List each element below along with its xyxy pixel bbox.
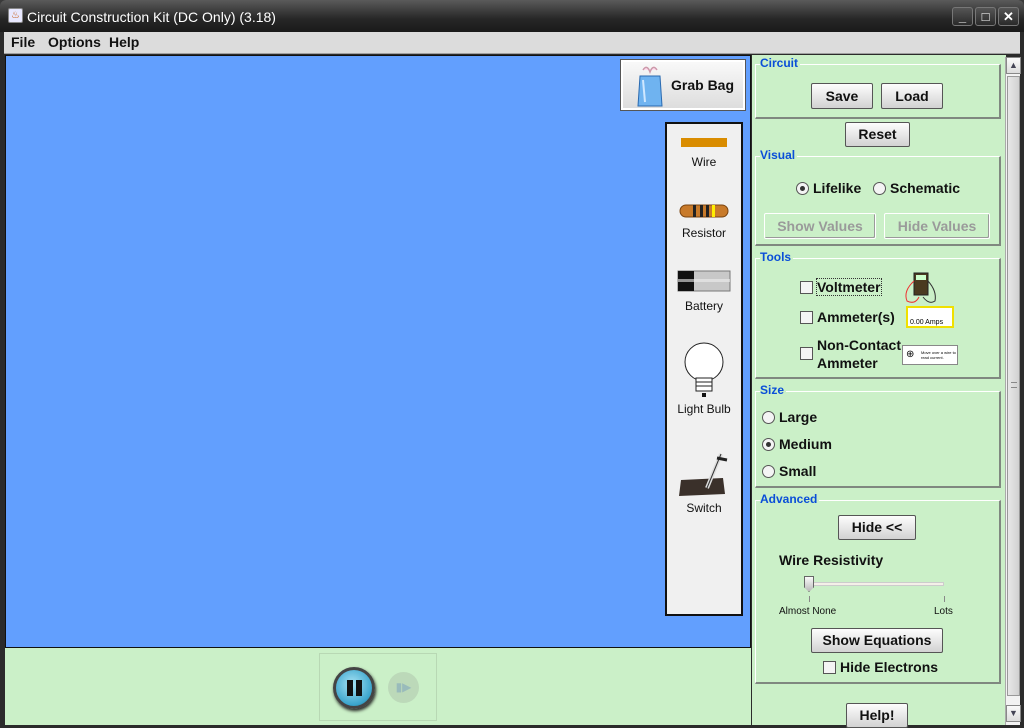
circuit-group-title: Circuit bbox=[760, 56, 801, 70]
minimize-button[interactable]: _ bbox=[952, 7, 973, 26]
light-bulb-label: Light Bulb bbox=[677, 402, 731, 416]
app-window: ♨ Circuit Construction Kit (DC Only) (3.… bbox=[0, 0, 1024, 728]
hide-electrons-checkbox[interactable] bbox=[823, 661, 836, 674]
help-button[interactable]: Help! bbox=[846, 703, 908, 728]
size-small-label[interactable]: Small bbox=[779, 463, 816, 479]
hide-values-button: Hide Values bbox=[884, 213, 990, 239]
scroll-thumb[interactable] bbox=[1007, 76, 1020, 696]
wire-resistivity-label: Wire Resistivity bbox=[779, 552, 884, 568]
show-equations-button[interactable]: Show Equations bbox=[811, 628, 943, 653]
voltmeter-checkbox[interactable] bbox=[800, 281, 813, 294]
tools-group-title: Tools bbox=[760, 250, 794, 264]
visual-group-title: Visual bbox=[760, 148, 798, 162]
title-bar: ♨ Circuit Construction Kit (DC Only) (3.… bbox=[0, 0, 1024, 32]
wire-icon bbox=[681, 138, 727, 147]
menu-file[interactable]: File bbox=[11, 34, 35, 50]
ammeter-icon: 0.00 Amps bbox=[906, 306, 954, 328]
window-title: Circuit Construction Kit (DC Only) (3.18… bbox=[27, 9, 276, 25]
wire-resistivity-track[interactable] bbox=[808, 582, 944, 586]
grab-bag-icon bbox=[637, 66, 663, 107]
step-button: ▮▶ bbox=[388, 672, 419, 703]
toolbox-resistor[interactable]: Resistor bbox=[667, 202, 741, 240]
advanced-group: Advanced Hide << Wire Resistivity Almost… bbox=[755, 492, 1001, 684]
wire-label: Wire bbox=[691, 155, 717, 169]
switch-icon bbox=[679, 453, 728, 496]
menu-options[interactable]: Options bbox=[48, 34, 101, 50]
scroll-down-button[interactable]: ▼ bbox=[1006, 705, 1021, 722]
noncontact-ammeter-icon: ⊕ Move over a wire to read current. bbox=[902, 345, 958, 365]
hide-advanced-button[interactable]: Hide << bbox=[838, 515, 916, 540]
tools-group: Tools Voltmeter Ammeter(s) 0.00 Amps Non… bbox=[755, 250, 1001, 379]
battery-icon bbox=[677, 270, 731, 292]
resistor-icon bbox=[679, 204, 729, 218]
advanced-group-title: Advanced bbox=[760, 492, 820, 506]
voltmeter-label[interactable]: Voltmeter bbox=[816, 278, 882, 296]
size-large-radio[interactable] bbox=[762, 411, 775, 424]
grab-bag-button[interactable]: Grab Bag bbox=[620, 59, 746, 111]
resistivity-max-label: Lots bbox=[934, 606, 953, 617]
pause-button[interactable] bbox=[333, 667, 375, 709]
light-bulb-icon bbox=[684, 342, 724, 397]
noncontact-hint: Move over a wire to read current. bbox=[921, 350, 956, 360]
size-medium-radio[interactable] bbox=[762, 438, 775, 451]
component-toolbox: Wire Resistor Battery Light Bulb Switch bbox=[665, 122, 743, 616]
wire-resistivity-slider[interactable] bbox=[804, 576, 814, 592]
size-large-label[interactable]: Large bbox=[779, 409, 817, 425]
voltmeter-icon bbox=[905, 272, 936, 303]
toolbox-switch[interactable]: Switch bbox=[667, 448, 741, 515]
ammeter-label[interactable]: Ammeter(s) bbox=[817, 309, 895, 325]
resistor-label: Resistor bbox=[681, 226, 726, 240]
scroll-up-button[interactable]: ▲ bbox=[1006, 57, 1021, 74]
lifelike-radio[interactable] bbox=[796, 182, 809, 195]
size-medium-label[interactable]: Medium bbox=[779, 436, 832, 452]
control-panel: Circuit Save Load Reset Visual Lifelike … bbox=[752, 55, 1006, 728]
toolbox-light-bulb[interactable]: Light Bulb bbox=[667, 340, 741, 416]
resistivity-min-label: Almost None bbox=[779, 606, 837, 617]
schematic-radio[interactable] bbox=[873, 182, 886, 195]
schematic-label[interactable]: Schematic bbox=[890, 180, 960, 196]
menu-help[interactable]: Help bbox=[109, 34, 139, 50]
noncontact-ammeter-checkbox[interactable] bbox=[800, 347, 813, 360]
reset-button[interactable]: Reset bbox=[845, 122, 910, 147]
circuit-canvas[interactable] bbox=[5, 55, 751, 648]
hide-electrons-label[interactable]: Hide Electrons bbox=[840, 659, 938, 675]
visual-group: Visual Lifelike Schematic Show Values Hi… bbox=[755, 148, 1001, 246]
toolbox-wire[interactable]: Wire bbox=[667, 138, 741, 169]
size-group: Size Large Medium Small bbox=[755, 383, 1001, 488]
show-values-button: Show Values bbox=[764, 213, 876, 239]
ammeter-checkbox[interactable] bbox=[800, 311, 813, 324]
java-app-icon: ♨ bbox=[8, 8, 23, 23]
switch-label: Switch bbox=[686, 501, 722, 515]
lifelike-label[interactable]: Lifelike bbox=[813, 180, 861, 196]
size-small-radio[interactable] bbox=[762, 465, 775, 478]
save-button[interactable]: Save bbox=[811, 83, 873, 109]
size-group-title: Size bbox=[760, 383, 787, 397]
close-button[interactable]: ✕ bbox=[998, 7, 1019, 26]
battery-label: Battery bbox=[684, 299, 723, 313]
maximize-button[interactable]: □ bbox=[975, 7, 996, 26]
toolbox-battery[interactable]: Battery bbox=[667, 270, 741, 313]
menu-bar: File Options Help bbox=[4, 32, 1020, 54]
noncontact-label-line1[interactable]: Non-Contact bbox=[817, 337, 901, 353]
noncontact-label-line2[interactable]: Ammeter bbox=[817, 355, 878, 371]
load-button[interactable]: Load bbox=[881, 83, 943, 109]
control-panel-scrollbar[interactable]: ▲ ▼ bbox=[1005, 57, 1021, 725]
circuit-group: Circuit Save Load bbox=[755, 56, 1001, 119]
ammeter-readout: 0.00 Amps bbox=[910, 319, 944, 326]
grab-bag-label: Grab Bag bbox=[671, 77, 735, 93]
